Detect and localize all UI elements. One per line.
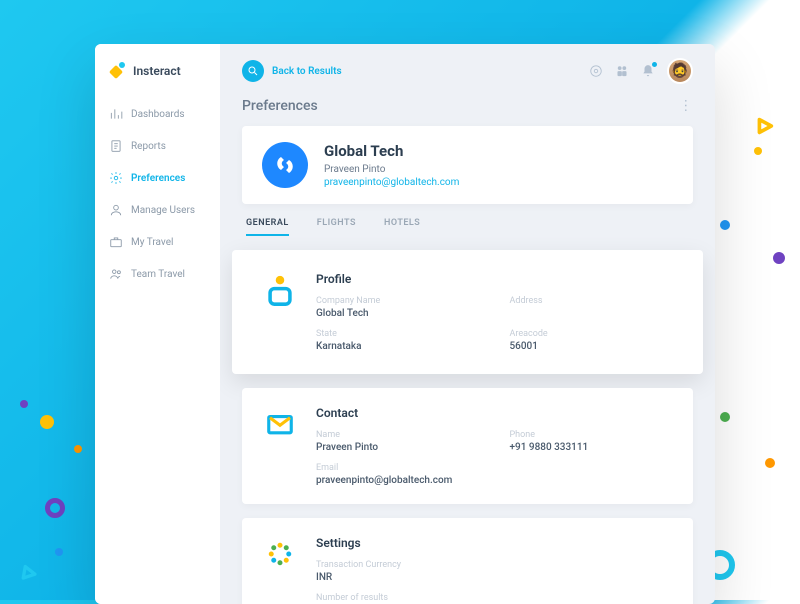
settings-icon xyxy=(262,536,298,572)
sidebar-item-reports[interactable]: Reports xyxy=(95,130,220,162)
field-label: Email xyxy=(316,463,480,473)
bell-icon[interactable] xyxy=(641,64,655,78)
field-value: Karnataka xyxy=(316,341,480,352)
sidebar-item-my-travel[interactable]: My Travel xyxy=(95,226,220,258)
field-label: Transaction Currency xyxy=(316,560,480,570)
company-hero-card: Global Tech Praveen Pinto praveenpinto@g… xyxy=(242,126,693,204)
field-value: INR xyxy=(316,572,480,583)
user-icon xyxy=(109,203,123,217)
sidebar: Insteract Dashboards Reports Preferences… xyxy=(95,44,220,604)
field-value: +91 9880 333111 xyxy=(510,442,674,453)
contact-name: Praveen Pinto xyxy=(324,164,459,175)
profile-section[interactable]: Profile Company NameGlobal Tech Address … xyxy=(232,250,703,374)
contact-icon xyxy=(262,406,298,442)
sidebar-item-label: Preferences xyxy=(131,173,185,184)
contact-email[interactable]: praveenpinto@globaltech.com xyxy=(324,177,459,188)
app-window: Insteract Dashboards Reports Preferences… xyxy=(95,44,715,604)
brand-logo-icon xyxy=(109,62,127,80)
section-title: Profile xyxy=(316,272,673,286)
reports-icon xyxy=(109,139,123,153)
briefcase-icon xyxy=(109,235,123,249)
field-label: Areacode xyxy=(510,329,674,339)
users-icon xyxy=(109,267,123,281)
sidebar-item-dashboards[interactable]: Dashboards xyxy=(95,98,220,130)
tab-flights[interactable]: FLIGHTS xyxy=(317,218,356,236)
sidebar-item-label: Manage Users xyxy=(131,205,195,216)
more-icon[interactable]: ⋯ xyxy=(678,99,694,114)
topbar-actions: 🧔 xyxy=(589,58,693,84)
sidebar-item-label: Dashboards xyxy=(131,109,185,120)
field-value: Praveen Pinto xyxy=(316,442,480,453)
dashboards-icon xyxy=(109,107,123,121)
company-name: Global Tech xyxy=(324,142,459,160)
page-title: Preferences xyxy=(242,98,318,114)
topbar: Back to Results 🧔 xyxy=(242,58,693,84)
field-label: Number of results xyxy=(316,593,480,603)
gear-icon xyxy=(109,171,123,185)
tabs: GENERAL FLIGHTS HOTELS xyxy=(242,218,693,236)
field-label: Company Name xyxy=(316,296,480,306)
profile-icon xyxy=(262,272,298,308)
avatar[interactable]: 🧔 xyxy=(667,58,693,84)
field-label: Phone xyxy=(510,430,674,440)
back-label: Back to Results xyxy=(272,66,342,77)
settings-section[interactable]: Settings Transaction Currency INR Number … xyxy=(242,518,693,604)
contact-section[interactable]: Contact Name Praveen Pinto Phone +91 9880 … xyxy=(242,388,693,504)
sidebar-item-label: Reports xyxy=(131,141,166,152)
field-label: Name xyxy=(316,430,480,440)
brand-name: Insteract xyxy=(133,64,181,78)
sidebar-item-manage-users[interactable]: Manage Users xyxy=(95,194,220,226)
sidebar-item-team-travel[interactable]: Team Travel xyxy=(95,258,220,290)
field-value: 56001 xyxy=(510,341,674,352)
nav-list: Dashboards Reports Preferences Manage Us… xyxy=(95,98,220,290)
field-value: Global Tech xyxy=(316,308,480,319)
section-title: Contact xyxy=(316,406,673,420)
company-logo-icon xyxy=(262,142,308,188)
search-icon xyxy=(242,60,264,82)
sidebar-item-label: Team Travel xyxy=(131,269,185,280)
field-label: State xyxy=(316,329,480,339)
back-to-results[interactable]: Back to Results xyxy=(242,60,342,82)
sidebar-item-label: My Travel xyxy=(131,237,173,248)
tab-hotels[interactable]: HOTELS xyxy=(384,218,420,236)
page-header: Preferences ⋯ xyxy=(242,98,693,114)
main-content: Back to Results 🧔 Preferences ⋯ Global T… xyxy=(220,44,715,604)
grid-icon[interactable] xyxy=(615,64,629,78)
field-label: Address xyxy=(510,296,674,306)
help-icon[interactable] xyxy=(589,64,603,78)
brand[interactable]: Insteract xyxy=(95,62,220,98)
sidebar-item-preferences[interactable]: Preferences xyxy=(95,162,220,194)
section-title: Settings xyxy=(316,536,673,550)
field-value: praveenpinto@globaltech.com xyxy=(316,475,480,486)
tab-general[interactable]: GENERAL xyxy=(246,218,289,236)
